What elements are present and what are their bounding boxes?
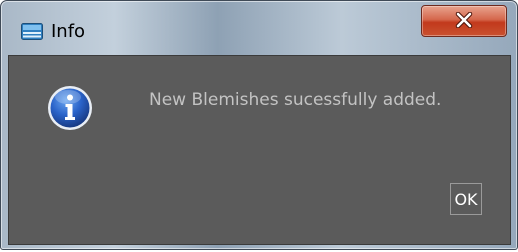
info-icon: [47, 85, 93, 131]
dialog-window: Info New Blemishes sucessfully added. OK: [0, 0, 518, 250]
close-button[interactable]: [421, 5, 507, 37]
window-title: Info: [51, 21, 86, 42]
dialog-content: New Blemishes sucessfully added. OK: [8, 55, 511, 245]
close-icon: [455, 12, 473, 28]
window-app-icon: [21, 23, 43, 40]
dialog-message: New Blemishes sucessfully added.: [149, 90, 442, 110]
ok-button[interactable]: OK: [450, 183, 482, 215]
title-bar[interactable]: Info: [1, 1, 517, 55]
